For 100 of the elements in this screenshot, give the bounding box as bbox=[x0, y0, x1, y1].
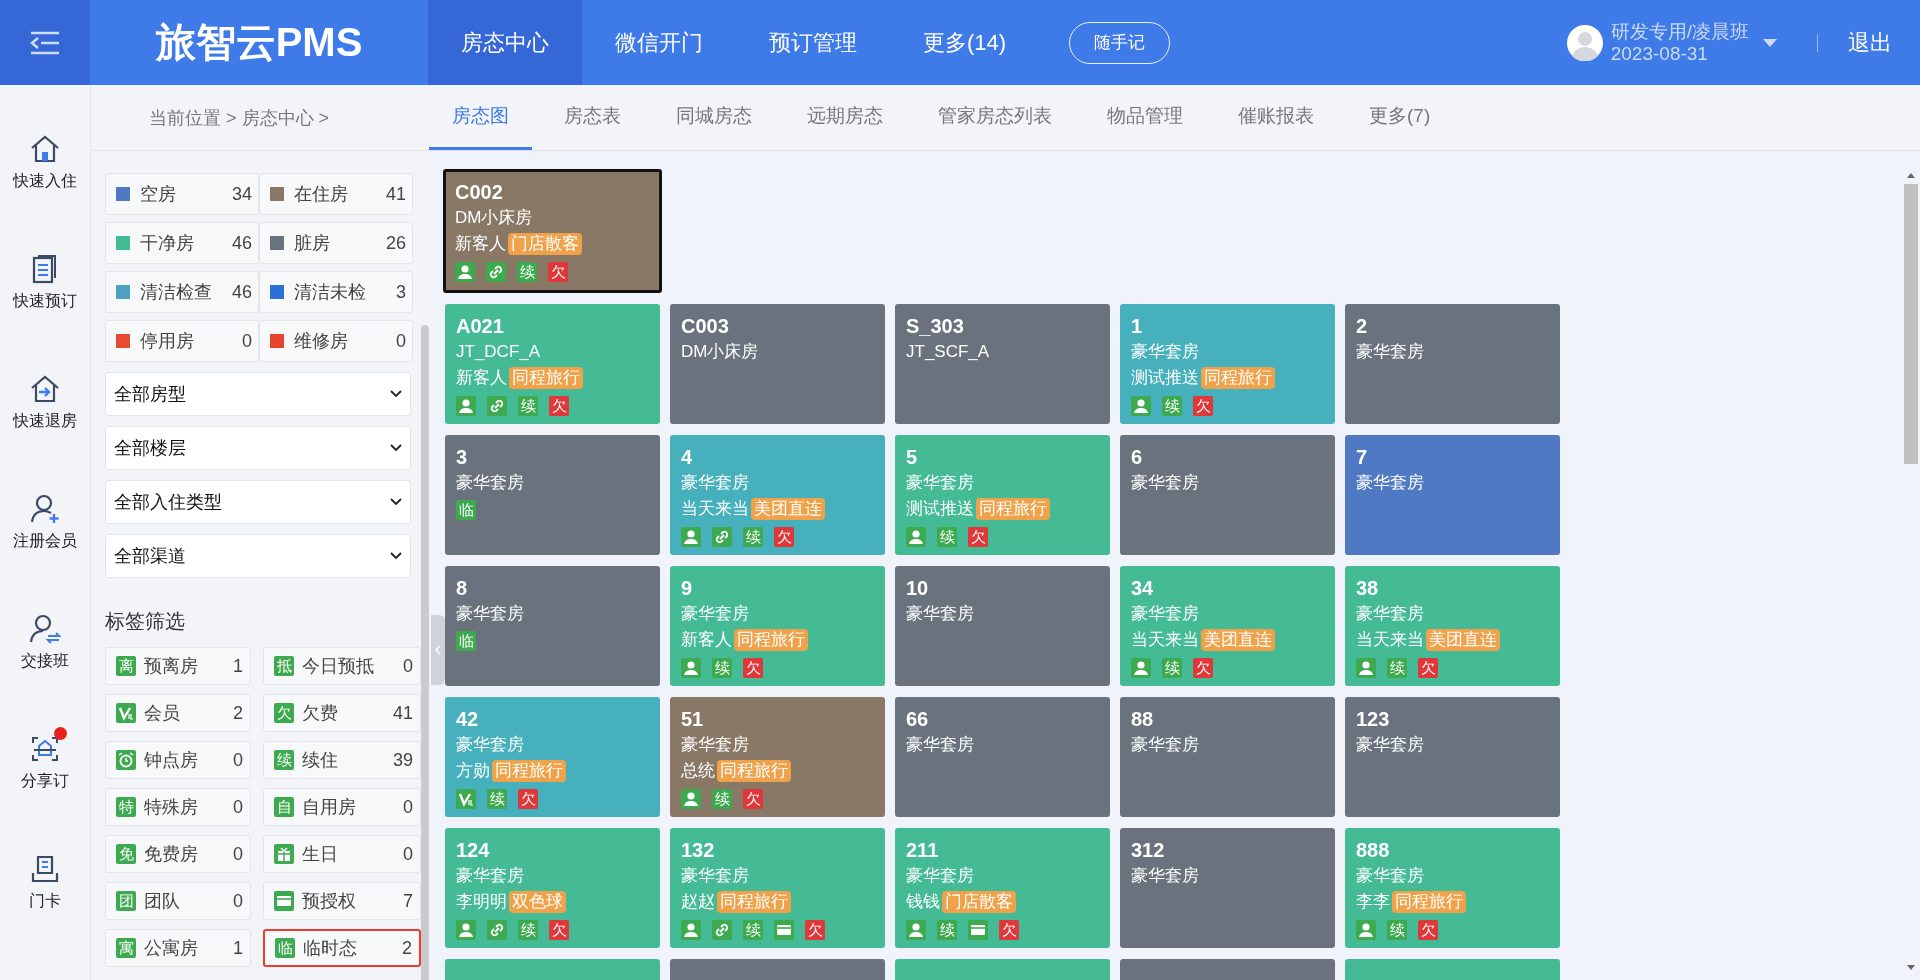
tag-filter[interactable]: 钟点房 0 bbox=[105, 741, 251, 779]
status-badge: 续 bbox=[487, 789, 507, 809]
rail-item[interactable]: 快速预订 bbox=[0, 243, 90, 333]
view-tab[interactable]: 催账报表 bbox=[1215, 85, 1337, 150]
rail-item[interactable]: 注册会员 bbox=[0, 483, 90, 573]
nav-tab[interactable]: 更多(14) bbox=[890, 0, 1040, 85]
room-card[interactable]: 211 豪华套房 钱钱 门店散客 续 欠 bbox=[895, 828, 1110, 948]
room-card[interactable]: 5 豪华套房 测试推送 同程旅行 续 欠 bbox=[895, 435, 1110, 555]
room-type: DM小床房 bbox=[455, 207, 534, 229]
tag-filter[interactable]: 自 自用房 0 bbox=[263, 788, 421, 826]
credit-card-icon bbox=[968, 920, 988, 940]
status-filter[interactable]: 停用房 0 bbox=[105, 320, 259, 362]
scroll-up-icon[interactable] bbox=[1907, 173, 1915, 178]
nav-tab[interactable]: 微信开门 bbox=[582, 0, 736, 85]
room-card[interactable]: 10 豪华套房 bbox=[895, 566, 1110, 686]
channel-tag: 同程旅行 bbox=[1201, 367, 1275, 389]
room-number: 211 bbox=[906, 838, 940, 862]
room-card[interactable]: 123 豪华套房 bbox=[1345, 697, 1560, 817]
room-card[interactable]: 312 豪华套房 bbox=[1120, 828, 1335, 948]
view-tab[interactable]: 管家房态列表 bbox=[915, 85, 1075, 150]
status-badge: 欠 bbox=[1193, 658, 1213, 678]
room-card[interactable]: 34 豪华套房 当天来当 美团直连 续 欠 bbox=[1120, 566, 1335, 686]
filter-dropdown[interactable]: 全部渠道 bbox=[105, 534, 411, 578]
filter-dropdown[interactable]: 全部房型 bbox=[105, 372, 411, 416]
room-card[interactable]: 3 豪华套房 临 bbox=[445, 435, 660, 555]
vip-icon bbox=[456, 789, 476, 809]
tag-filter[interactable]: 特 特殊房 0 bbox=[105, 788, 251, 826]
tag-filter[interactable]: 临 临时态 2 bbox=[263, 929, 421, 967]
room-card[interactable]: 66 豪华套房 bbox=[895, 697, 1110, 817]
room-card[interactable]: C003 DM小床房 bbox=[670, 304, 885, 424]
channel-tag: 门店散客 bbox=[508, 233, 582, 255]
room-card[interactable]: A021 JT_DCF_A 新客人 同程旅行 续 欠 bbox=[445, 304, 660, 424]
room-card[interactable]: 42 豪华套房 方勋 同程旅行 续 欠 bbox=[445, 697, 660, 817]
room-card[interactable]: 888 豪华套房 李李 同程旅行 续 欠 bbox=[1345, 828, 1560, 948]
room-type: 豪华套房 bbox=[906, 865, 975, 887]
logout-link[interactable]: 退出 bbox=[1848, 27, 1892, 58]
room-card[interactable]: 9 豪华套房 新客人 同程旅行 续 欠 bbox=[670, 566, 885, 686]
rail-item[interactable]: 快速退房 bbox=[0, 363, 90, 453]
room-card[interactable]: 38 豪华套房 当天来当 美团直连 续 欠 bbox=[1345, 566, 1560, 686]
nav-tab[interactable]: 预订管理 bbox=[736, 0, 890, 85]
room-card[interactable]: C002 DM小床房 新客人 门店散客 续 欠 bbox=[443, 169, 662, 293]
room-card[interactable]: 124 豪华套房 李明明 双色球 续 欠 bbox=[445, 828, 660, 948]
rail-item[interactable]: 交接班 bbox=[0, 603, 90, 693]
view-tab[interactable]: 更多(7) bbox=[1346, 85, 1454, 150]
status-filter[interactable]: 干净房 46 bbox=[105, 222, 259, 264]
tag-filter[interactable]: 免 免费房 0 bbox=[105, 835, 251, 873]
status-filter[interactable]: 维修房 0 bbox=[259, 320, 413, 362]
scrollbar[interactable] bbox=[421, 325, 429, 980]
room-card[interactable]: 132 豪华套房 赵赵 同程旅行 续 欠 bbox=[670, 828, 885, 948]
room-card[interactable]: 1 豪华套房 测试推送 同程旅行 续 欠 bbox=[1120, 304, 1335, 424]
status-badge: 欠 bbox=[743, 658, 763, 678]
room-card[interactable]: 8 豪华套房 临 bbox=[445, 566, 660, 686]
view-tab[interactable]: 房态表 bbox=[541, 85, 644, 150]
room-card[interactable]: 51 豪华套房 总统 同程旅行 续 欠 bbox=[670, 697, 885, 817]
menu-icon bbox=[29, 30, 61, 55]
tag-filter[interactable]: 寓 公寓房 1 bbox=[105, 929, 251, 967]
tag-filter[interactable]: 离 预离房 1 bbox=[105, 647, 251, 685]
room-card[interactable]: 4 豪华套房 当天来当 美团直连 续 欠 bbox=[670, 435, 885, 555]
status-badge: 欠 bbox=[805, 920, 825, 940]
room-card[interactable]: 88 豪华套房 bbox=[1120, 697, 1335, 817]
room-card[interactable]: 6 豪华套房 bbox=[1120, 435, 1335, 555]
caret-icon[interactable] bbox=[1763, 38, 1777, 47]
status-badge: 续 bbox=[743, 920, 763, 940]
room-number: 88 bbox=[1131, 707, 1155, 731]
view-tab[interactable]: 远期房态 bbox=[784, 85, 906, 150]
person-icon bbox=[681, 658, 701, 678]
tag-filter[interactable]: 续 续住 39 bbox=[263, 741, 421, 779]
rail-item[interactable]: 分享订 bbox=[0, 723, 90, 813]
status-filter[interactable]: 空房 34 bbox=[105, 173, 259, 215]
view-tab[interactable]: 房态图 bbox=[429, 85, 532, 150]
tag-filter[interactable]: 会员 2 bbox=[105, 694, 251, 732]
room-card[interactable]: 7 豪华套房 bbox=[1345, 435, 1560, 555]
room-card[interactable]: S_303 JT_SCF_A bbox=[895, 304, 1110, 424]
link-icon bbox=[712, 920, 732, 940]
room-number: 66 bbox=[906, 707, 930, 731]
filter-dropdown[interactable]: 全部楼层 bbox=[105, 426, 411, 470]
tag-filter[interactable]: 生日 0 bbox=[263, 835, 421, 873]
menu-button[interactable] bbox=[0, 0, 90, 85]
scroll-down-icon[interactable] bbox=[1907, 965, 1915, 970]
tag-filter[interactable]: 预授权 7 bbox=[263, 882, 421, 920]
room-number: 4 bbox=[681, 445, 694, 469]
room-type: 豪华套房 bbox=[1131, 472, 1200, 494]
room-card[interactable]: 2 豪华套房 bbox=[1345, 304, 1560, 424]
chevron-down-icon bbox=[390, 390, 402, 398]
status-filter[interactable]: 清洁检查 46 bbox=[105, 271, 259, 313]
room-type: JT_SCF_A bbox=[906, 341, 991, 363]
collapse-handle[interactable] bbox=[431, 615, 445, 685]
nav-tab[interactable]: 房态中心 bbox=[428, 0, 582, 85]
rail-item[interactable]: 快速入住 bbox=[0, 123, 90, 213]
tag-filter[interactable]: 抵 今日预抵 0 bbox=[263, 647, 421, 685]
tag-filter[interactable]: 欠 欠费 41 bbox=[263, 694, 421, 732]
view-tab[interactable]: 物品管理 bbox=[1084, 85, 1206, 150]
rail-item[interactable]: 门卡 bbox=[0, 843, 90, 933]
view-tab[interactable]: 同城房态 bbox=[653, 85, 775, 150]
status-filter[interactable]: 清洁未检 3 bbox=[259, 271, 413, 313]
tag-filter[interactable]: 团 团队 0 bbox=[105, 882, 251, 920]
status-filter[interactable]: 脏房 26 bbox=[259, 222, 413, 264]
filter-dropdown[interactable]: 全部入住类型 bbox=[105, 480, 411, 524]
room-type: 豪华套房 bbox=[1131, 341, 1200, 363]
status-filter[interactable]: 在住房 41 bbox=[259, 173, 413, 215]
